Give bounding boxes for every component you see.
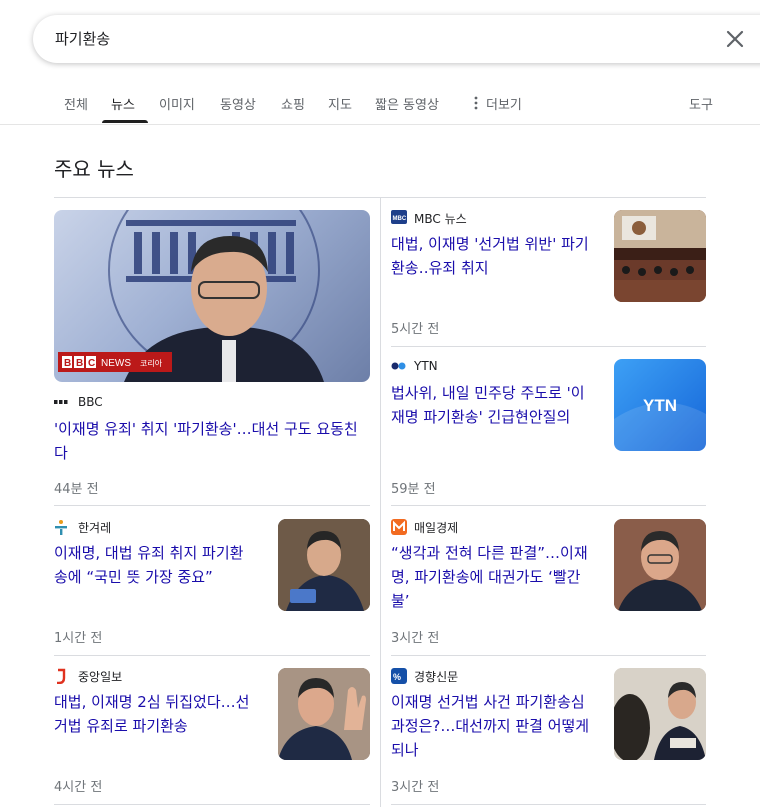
ytn-logo-icon <box>391 362 406 370</box>
svg-text:B: B <box>64 358 71 369</box>
news-photo: B B C NEWS 코리아 <box>58 210 324 382</box>
divider <box>391 346 706 347</box>
news-headline[interactable]: 이재명 선거법 사건 파기환송심 <box>391 690 585 714</box>
news-headline[interactable]: 다 <box>54 441 68 465</box>
svg-text:%: % <box>393 672 401 682</box>
news-photo <box>278 668 370 760</box>
news-time: 3시간 전 <box>391 780 440 795</box>
news-headline[interactable]: 재명 파기환송' 긴급현안질의 <box>391 405 570 429</box>
divider <box>391 804 706 805</box>
news-headline[interactable]: 송에 “국민 뜻 가장 중요” <box>54 565 213 589</box>
search-input[interactable]: 파기환송 <box>55 28 110 49</box>
bbc-logo-icon <box>54 400 68 404</box>
search-tabs: 전체 뉴스 이미지 동영상 쇼핑 지도 짧은 동영상 더보기 도구 <box>0 84 760 125</box>
news-time: 44분 전 <box>54 482 99 497</box>
section-title: 주요 뉴스 <box>54 157 134 181</box>
tab-all[interactable]: 전체 <box>64 94 88 113</box>
news-headline[interactable]: 과정은?…대선까지 판결 어떻게 <box>391 714 589 738</box>
khan-logo-icon: % <box>391 668 407 684</box>
news-image-joongang[interactable] <box>278 668 370 760</box>
divider <box>391 505 706 506</box>
news-source: 매일경제 <box>414 521 459 535</box>
close-icon[interactable] <box>725 29 745 49</box>
tab-more[interactable]: 더보기 <box>486 94 522 113</box>
news-headline[interactable]: 대법, 이재명 '선거법 위반' 파기 <box>391 232 589 256</box>
search-box[interactable]: 파기환송 <box>33 15 760 63</box>
news-source: YTN <box>414 359 438 373</box>
news-headline[interactable]: 대법, 이재명 2심 뒤집었다…선 <box>54 690 249 714</box>
tools-button[interactable]: 도구 <box>689 94 713 113</box>
news-image-mbc[interactable] <box>614 210 706 302</box>
news-photo <box>614 210 706 302</box>
mbc-logo-icon: MBC <box>391 210 407 224</box>
tab-short-videos[interactable]: 짧은 동영상 <box>375 94 439 113</box>
svg-text:C: C <box>88 358 95 369</box>
news-image-bbc[interactable]: B B C NEWS 코리아 <box>54 210 370 382</box>
news-time: 5시간 전 <box>391 322 440 337</box>
news-headline[interactable]: 환송‥유죄 취지 <box>391 256 489 280</box>
news-source: 경향신문 <box>414 670 459 684</box>
news-source: BBC <box>78 395 103 409</box>
ytn-image-text: YTN <box>643 396 677 415</box>
news-photo <box>614 519 706 611</box>
news-headline[interactable]: '이재명 유죄' 취지 '파기환송'…대선 구도 요동친 <box>54 417 358 441</box>
news-photo <box>614 668 706 760</box>
news-time: 4시간 전 <box>54 780 103 795</box>
divider <box>54 505 370 506</box>
more-vert-icon <box>474 96 478 110</box>
news-headline[interactable]: 되나 <box>391 738 419 762</box>
news-time: 3시간 전 <box>391 631 440 646</box>
news-headline[interactable]: 이재명, 대법 유죄 취지 파기환 <box>54 541 243 565</box>
news-source: 한겨레 <box>78 521 112 535</box>
divider <box>54 804 370 805</box>
joongang-logo-icon <box>57 668 66 684</box>
news-headline[interactable]: 법사위, 내일 민주당 주도로 '이 <box>391 381 585 405</box>
tab-news[interactable]: 뉴스 <box>111 94 135 113</box>
news-headline[interactable]: “생각과 전혀 다른 판결”…이재 <box>391 541 588 565</box>
news-photo: YTN <box>614 396 706 451</box>
svg-text:B: B <box>76 358 83 369</box>
mk-logo-icon <box>391 519 407 535</box>
tab-maps[interactable]: 지도 <box>328 94 352 113</box>
column-divider <box>380 198 381 807</box>
image-badge-region: 코리아 <box>140 358 163 368</box>
tab-videos[interactable]: 동영상 <box>220 94 256 113</box>
tab-shopping[interactable]: 쇼핑 <box>281 94 305 113</box>
news-source: MBC 뉴스 <box>414 212 467 226</box>
news-source: 중앙일보 <box>78 670 123 684</box>
divider <box>54 655 370 656</box>
hani-logo-icon <box>55 520 67 535</box>
news-time: 1시간 전 <box>54 631 103 646</box>
divider <box>391 655 706 656</box>
svg-text:MBC: MBC <box>393 216 407 222</box>
news-image-khan[interactable] <box>614 668 706 760</box>
news-headline[interactable]: 거법 유죄로 파기환송 <box>54 714 188 738</box>
news-headline[interactable]: 명, 파기환송에 대권가도 ‘빨간 <box>391 565 580 589</box>
news-time: 59분 전 <box>391 482 436 497</box>
news-image-ytn[interactable]: YTN <box>614 359 706 451</box>
news-image-mk[interactable] <box>614 519 706 611</box>
active-tab-indicator <box>102 120 148 123</box>
news-image-hani[interactable] <box>278 519 370 611</box>
news-photo <box>278 519 370 611</box>
tab-images[interactable]: 이미지 <box>159 94 195 113</box>
news-headline[interactable]: 불’ <box>391 589 410 613</box>
image-badge-news: NEWS <box>101 358 131 369</box>
